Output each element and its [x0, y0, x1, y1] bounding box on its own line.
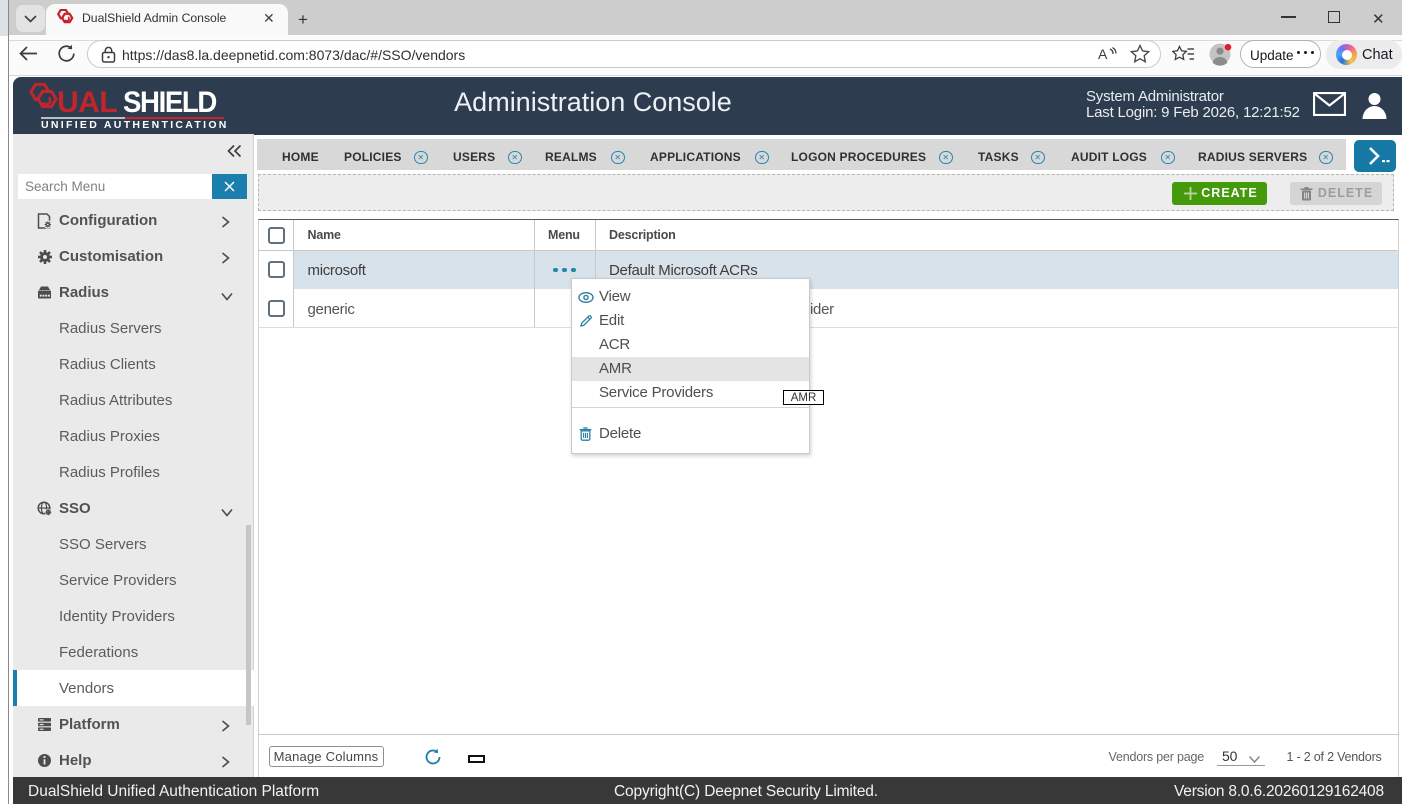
svg-text:A: A [1098, 46, 1108, 62]
